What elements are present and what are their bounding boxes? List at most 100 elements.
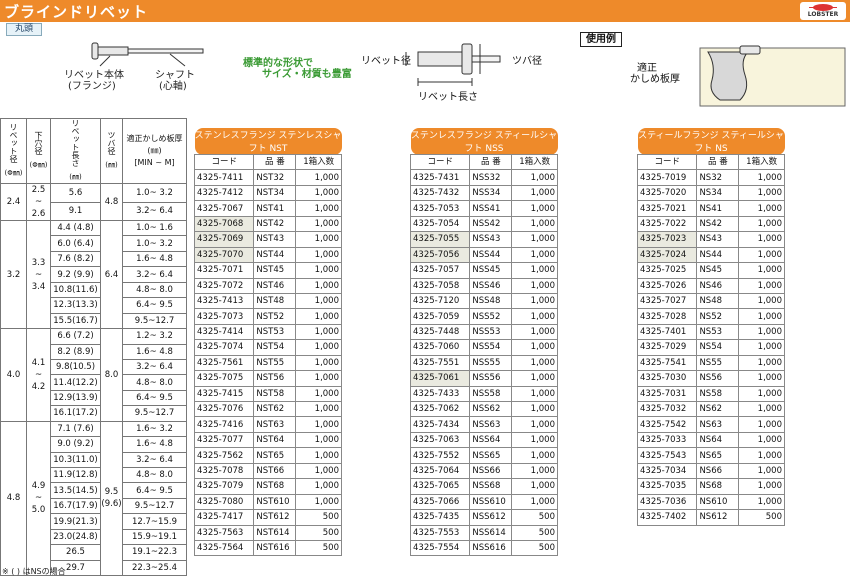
cell-code: 4325-7026 [636, 277, 698, 294]
spec-row: 2.4 2.5 ~ 2.6 5.6 4.8 1.0~ 3.2 [0, 183, 187, 221]
col-code: コード [409, 153, 471, 171]
spec-flange: 9.5 (9.6) [100, 420, 123, 577]
col-part: 品 番 [253, 153, 297, 171]
cell-qty: 1,000 [511, 431, 558, 449]
table-row: 4325-7411 NST32 1,000 [193, 169, 342, 186]
cell-part: NST32 [253, 169, 297, 186]
spec-grip: 1.0~ 3.2 [122, 183, 187, 203]
spec-flange: 6.4 [100, 219, 123, 330]
spec-dia: 2.4 [0, 183, 27, 221]
table-row: 4325-7416 NST63 1,000 [193, 416, 342, 433]
spec-table: リベット径 (Φ㎜) 下穴径 (Φ㎜) リベット長さ (㎜) ツバ径 (㎜) 適正かしめ… [0, 118, 187, 577]
cell-code: 4325-7055 [409, 231, 471, 248]
cell-code: 4325-7553 [409, 524, 471, 541]
cell-part: NSS44 [469, 246, 513, 264]
cell-qty: 1,000 [511, 493, 558, 511]
spec-grip: 4.8~ 8.0 [122, 466, 187, 484]
table-nst: ステンレスフランジ ステンレスシャフト NST コード品 番 1箱入数 4325-74… [193, 128, 342, 557]
spec-grip: 9.5~12.7 [122, 405, 187, 422]
spec-dia: 4.8 [0, 420, 27, 577]
cell-code: 4325-7448 [409, 323, 471, 341]
table-row: 4325-7120 NSS48 1,000 [409, 292, 558, 310]
table-row: 4325-7072 NST46 1,000 [193, 277, 342, 294]
cell-code: 4325-7053 [409, 200, 471, 217]
cell-code: 4325-7019 [636, 169, 698, 186]
table-row: 4325-7415 NST58 1,000 [193, 385, 342, 403]
table-row: 4325-7543 NS65 1,000 [636, 447, 785, 464]
cell-part: NST42 [253, 215, 297, 233]
cell-part: NS42 [696, 215, 740, 233]
cell-part: NSS68 [469, 478, 513, 495]
spec-flange: 4.8 [100, 183, 123, 221]
cell-qty: 1,000 [511, 200, 558, 217]
cell-code: 4325-7076 [193, 400, 255, 418]
table-row: 4325-7067 NST41 1,000 [193, 200, 342, 217]
col-qty: 1箱入数 [511, 153, 558, 171]
cell-code: 4325-7073 [193, 308, 255, 325]
cell-code: 4325-7401 [636, 323, 698, 341]
cell-part: NSS43 [469, 231, 513, 248]
cell-code: 4325-7079 [193, 478, 255, 495]
spec-flange: 8.0 [100, 328, 123, 422]
cell-code: 4325-7120 [409, 292, 471, 310]
spec-length: 5.6 [50, 183, 101, 203]
table-row: 4325-7561 NST55 1,000 [193, 354, 342, 372]
cell-code: 4325-7057 [409, 262, 471, 279]
cell-qty: 1,000 [295, 277, 342, 294]
brand-logo: LOBSTER [800, 2, 846, 20]
table-row: 4325-7070 NST44 1,000 [193, 246, 342, 264]
table-row: 4325-7060 NSS54 1,000 [409, 339, 558, 356]
spec-dia: 3.2 [0, 219, 27, 330]
cell-code: 4325-7433 [409, 385, 471, 403]
label-grip-1: 適正 [637, 63, 657, 74]
cell-part: NS54 [696, 339, 740, 356]
cell-qty: 1,000 [295, 370, 342, 387]
use-example-label: 使用例 [580, 32, 622, 47]
label-rivet-dia: リベット径 [361, 56, 411, 67]
cell-code: 4325-7413 [193, 292, 255, 310]
cell-qty: 1,000 [295, 354, 342, 372]
spec-length: 6.6 (7.2) [50, 328, 101, 345]
cell-part: NS45 [696, 262, 740, 279]
cell-part: NS65 [696, 447, 740, 464]
cell-qty: 1,000 [295, 493, 342, 511]
cell-code: 4325-7030 [636, 370, 698, 387]
cell-qty: 1,000 [738, 308, 785, 325]
cell-part: NS44 [696, 246, 740, 264]
cell-qty: 1,000 [511, 215, 558, 233]
table-title: ステンレスフランジ スティールシャフト NSS [410, 128, 558, 155]
cell-code: 4325-7564 [193, 539, 255, 557]
cell-code: 4325-7023 [636, 231, 698, 248]
cell-part: NS43 [696, 231, 740, 248]
cell-code: 4325-7411 [193, 169, 255, 186]
cell-part: NS48 [696, 292, 740, 310]
spec-grip: 4.8~ 8.0 [122, 374, 187, 391]
cell-code: 4325-7551 [409, 354, 471, 372]
spec-length: 7.6 (8.2) [50, 250, 101, 268]
cell-part: NSS56 [469, 370, 513, 387]
cell-qty: 1,000 [511, 478, 558, 495]
table-row: 4325-7021 NS41 1,000 [636, 200, 785, 217]
table-row: 4325-7066 NSS610 1,000 [409, 493, 558, 511]
table-row: 4325-7031 NS58 1,000 [636, 385, 785, 403]
cell-part: NSS41 [469, 200, 513, 217]
cell-qty: 1,000 [738, 385, 785, 403]
cell-qty: 500 [295, 539, 342, 557]
cell-part: NSS62 [469, 400, 513, 418]
cell-qty: 1,000 [295, 447, 342, 464]
col-code: コード [193, 153, 255, 171]
cell-qty: 1,000 [738, 370, 785, 387]
table-title: ステンレスフランジ ステンレスシャフト NST [194, 128, 342, 155]
table-row: 4325-7412 NST34 1,000 [193, 184, 342, 202]
cell-qty: 1,000 [738, 354, 785, 372]
spec-grip: 3.2~ 6.4 [122, 201, 187, 221]
table-row: 4325-7057 NSS45 1,000 [409, 262, 558, 279]
spec-length: 4.4 (4.8) [50, 219, 101, 237]
col-qty: 1箱入数 [295, 153, 342, 171]
cell-part: NST44 [253, 246, 297, 264]
cell-part: NSS52 [469, 308, 513, 325]
cell-code: 4325-7021 [636, 200, 698, 217]
col-part: 品 番 [696, 153, 740, 171]
cell-qty: 500 [738, 509, 785, 526]
spec-length: 9.0 (9.2) [50, 436, 101, 453]
